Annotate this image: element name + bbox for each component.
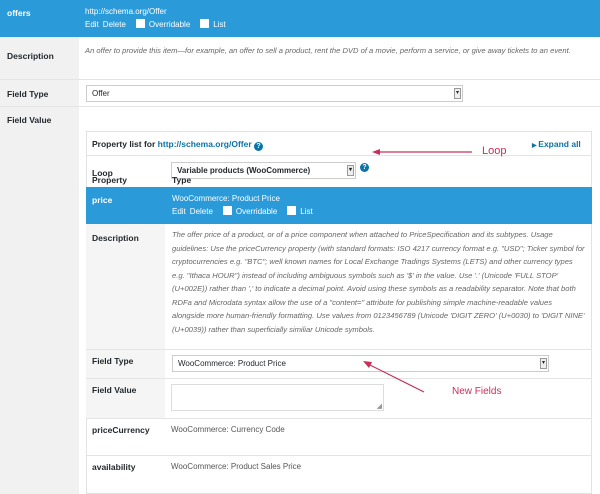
price-field-type-label: Field Type (92, 356, 134, 366)
resize-handle-icon[interactable]: ◢ (377, 402, 382, 410)
field-type-label: Field Type (7, 89, 49, 99)
overridable-label: Overridable (235, 207, 278, 216)
type-url: http://schema.org/Offer (85, 7, 167, 16)
dropdown-arrow-icon: ▾ (540, 358, 547, 369)
description-text: An offer to provide this item—for exampl… (85, 46, 571, 55)
list-checkbox[interactable] (287, 206, 297, 215)
new-fields-annotation: New Fields (452, 386, 502, 397)
delete-link[interactable]: Delete (103, 20, 126, 29)
list-label: List (300, 207, 313, 216)
price-field-value-label: Field Value (92, 385, 137, 395)
expand-all-link[interactable]: ▶ Expand all (532, 139, 581, 149)
dropdown-arrow-icon: ▾ (454, 88, 461, 99)
overridable-checkbox[interactable] (135, 19, 145, 28)
property-name: availability (92, 462, 136, 472)
price-field-value-textarea[interactable]: ◢ (171, 384, 384, 411)
divider (0, 79, 600, 80)
loop-annotation-arrow (372, 149, 472, 155)
divider (86, 349, 592, 350)
field-type-select[interactable]: Offer ▾ (86, 85, 463, 102)
row-actions: Edit Delete Overridable List (172, 206, 317, 216)
edit-link[interactable]: Edit (172, 207, 186, 216)
description-label: Description (7, 51, 54, 61)
price-field-type-value: WooCommerce: Product Price (178, 359, 286, 368)
row-actions: Edit Delete Overridable List (85, 19, 230, 29)
edit-link[interactable]: Edit (85, 20, 99, 29)
overridable-checkbox[interactable] (222, 206, 232, 215)
dropdown-arrow-icon: ▾ (347, 165, 354, 176)
property-name: offers (7, 8, 31, 18)
field-value-label: Field Value (7, 115, 52, 125)
offers-row: offers http://schema.org/Offer Edit Delet… (0, 0, 600, 37)
property-name: priceCurrency (92, 425, 150, 435)
divider (86, 455, 592, 456)
delete-link[interactable]: Delete (190, 207, 213, 216)
field-type-value: Offer (92, 89, 110, 98)
list-label: List (213, 20, 226, 29)
loop-help-icon[interactable]: ? (360, 161, 369, 172)
price-row: price WooCommerce: Product Price Edit Del… (86, 187, 592, 224)
property-type: WooCommerce: Product Sales Price (171, 462, 302, 471)
price-description-label: Description (92, 233, 139, 243)
price-description-text: The offer price of a product, or of a pr… (172, 230, 585, 334)
list-checkbox[interactable] (200, 19, 210, 28)
divider (86, 418, 592, 419)
divider (0, 106, 600, 107)
column-type: Type (172, 175, 192, 185)
schema-link[interactable]: http://schema.org/Offer (158, 139, 252, 149)
loop-annotation: Loop (482, 145, 507, 157)
loop-select[interactable]: Variable products (WooCommerce) ▾ (171, 162, 356, 179)
divider (86, 378, 592, 379)
column-property: Property (92, 175, 127, 185)
loop-value: Variable products (WooCommerce) (177, 166, 311, 175)
help-icon[interactable]: ? (254, 142, 264, 151)
new-fields-annotation-arrow (363, 361, 425, 393)
property-name: price (92, 195, 113, 205)
divider (86, 155, 592, 156)
property-type: WooCommerce: Currency Code (171, 425, 285, 434)
property-list-title: Property list for http://schema.org/Offe… (92, 139, 264, 151)
overridable-label: Overridable (148, 20, 191, 29)
property-type: WooCommerce: Product Price (172, 194, 280, 203)
